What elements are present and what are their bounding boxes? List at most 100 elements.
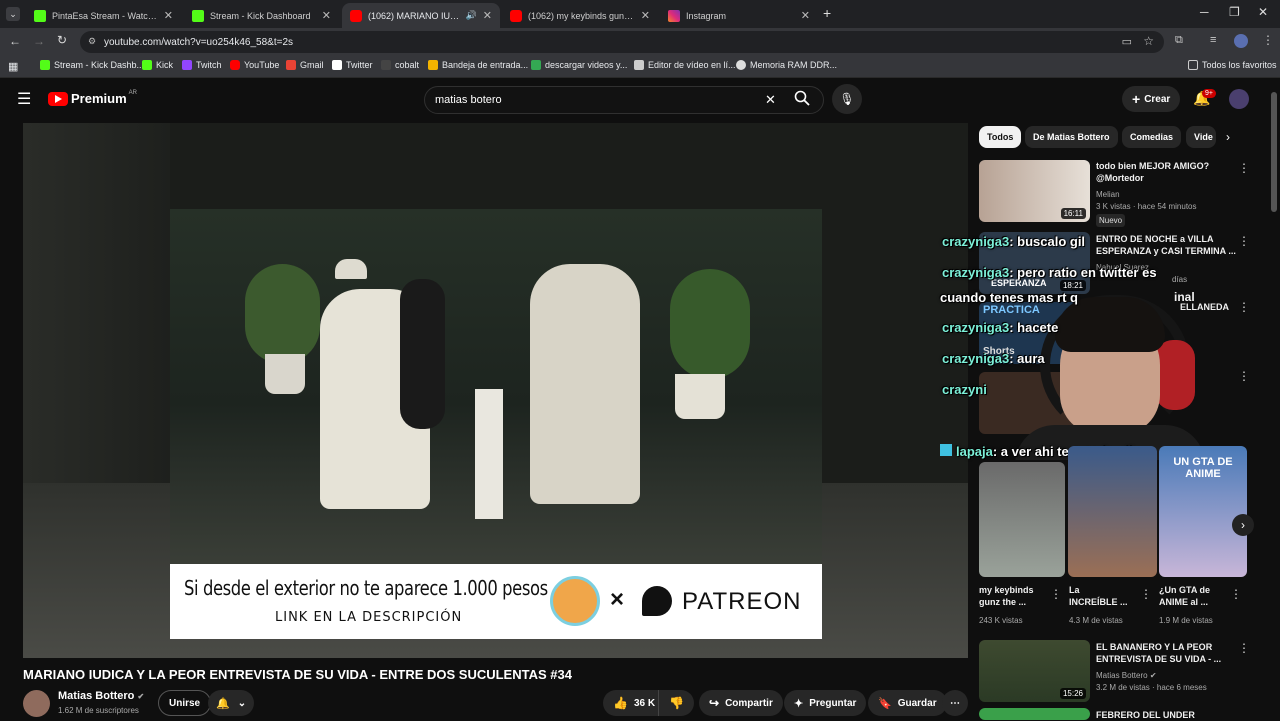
more-options-icon[interactable]: ⋮ (1050, 587, 1062, 601)
reload-icon[interactable]: ↻ (57, 33, 67, 47)
more-actions-button[interactable]: ⋯ (942, 690, 968, 716)
youtube-premium-logo[interactable]: Premium AR (48, 90, 137, 106)
page-scrollbar[interactable] (1271, 92, 1277, 212)
close-icon[interactable]: ✕ (641, 9, 650, 22)
pot-right (675, 374, 725, 419)
close-icon[interactable]: ✕ (801, 9, 810, 22)
rec-title[interactable]: ENTRO DE NOCHE a VILLA ESPERANZA y CASI T… (1096, 233, 1236, 257)
rec-title[interactable]: EL BANANERO Y LA PEOR ENTREVISTA DE SU VI… (1096, 641, 1236, 665)
more-options-icon[interactable]: ⋮ (1238, 300, 1250, 314)
short-title[interactable]: La INCREÍBLE ... (1069, 584, 1139, 608)
more-options-icon[interactable]: ⋮ (1140, 587, 1152, 601)
tab-instagram[interactable]: Instagram ✕ (660, 3, 818, 28)
rec-thumbnail[interactable]: 16:11 (979, 160, 1090, 222)
channel-name[interactable]: Matias Bottero ✔ (58, 690, 144, 702)
duration-badge: 16:11 (1060, 208, 1086, 219)
site-info-icon[interactable]: ⚙ (88, 36, 96, 47)
minimize-icon[interactable]: ─ (1200, 5, 1209, 19)
address-bar[interactable]: ⚙ youtube.com/watch?v=uo254k46_58&t=2s ▭… (80, 31, 1164, 53)
short-thumbnail[interactable] (1068, 446, 1157, 577)
clear-search-icon[interactable]: ✕ (765, 92, 776, 108)
bookmark-memoria[interactable]: Memoria RAM DDR... (736, 60, 837, 70)
bookmark-descargar[interactable]: descargar videos y... (531, 60, 627, 70)
share-button[interactable]: ↪ Compartir (699, 690, 783, 716)
short-thumbnail[interactable]: UN GTA DE ANIME (1159, 446, 1247, 577)
search-icon[interactable] (794, 90, 810, 106)
close-icon[interactable]: ✕ (164, 9, 173, 22)
rec-thumbnail[interactable]: 15:26 (979, 640, 1090, 702)
like-button[interactable]: 👍 36 K (603, 690, 666, 716)
chip-todos[interactable]: Todos (979, 126, 1022, 148)
more-horizontal-icon: ⋯ (950, 697, 960, 709)
tab-youtube-keybinds[interactable]: (1062) my keybinds gunz the d✕ (502, 3, 658, 28)
account-avatar[interactable] (1229, 89, 1249, 109)
subscribe-notifications-button[interactable]: 🔔 ⌄ (208, 690, 255, 716)
dislike-button[interactable]: 👎 (658, 690, 694, 716)
hamburger-menu-icon[interactable]: ☰ (17, 89, 31, 109)
bookmark-star-icon[interactable]: ☆ (1143, 34, 1154, 48)
window-close-icon[interactable]: ✕ (1258, 5, 1268, 19)
rec-thumbnail[interactable] (979, 708, 1090, 720)
close-icon[interactable]: ✕ (483, 9, 492, 22)
patreon-wordmark: PATREON (682, 588, 802, 615)
cast-icon[interactable]: ▭ (1122, 35, 1132, 48)
youtube-favicon-icon (350, 9, 362, 22)
bookmark-gmail[interactable]: Gmail (286, 60, 324, 70)
short-thumbnail[interactable] (979, 462, 1065, 577)
reading-list-icon[interactable]: ≡ (1210, 34, 1216, 46)
rec-channel[interactable]: Matias Bottero ✔ (1096, 670, 1157, 681)
streamer-webcam (985, 285, 1225, 460)
bookmark-kick[interactable]: Kick (142, 60, 173, 70)
more-options-icon[interactable]: ⋮ (1238, 641, 1250, 655)
more-options-icon[interactable]: ⋮ (1238, 161, 1250, 175)
short-title[interactable]: ¿Un GTA de ANIME al ... (1159, 584, 1229, 608)
rec-title[interactable]: todo bien MEJOR AMIGO? @Mortedor (1096, 160, 1236, 184)
forward-icon[interactable]: → (33, 34, 45, 48)
bookmark-editor[interactable]: Editor de vídeo en lí... (634, 60, 736, 70)
tab-search-dropdown-icon[interactable]: ⌄ (6, 7, 20, 21)
thumb-caption: UN GTA DE ANIME (1173, 456, 1233, 480)
new-tab-button[interactable]: + (823, 5, 831, 21)
more-options-icon[interactable]: ⋮ (1238, 234, 1250, 248)
chip-comedias[interactable]: Comedias (1122, 126, 1182, 148)
chip-de-matias-bottero[interactable]: De Matias Bottero (1025, 126, 1118, 148)
chip-videos[interactable]: Vide (1186, 126, 1216, 148)
bookmark-twitter[interactable]: Twitter (332, 60, 373, 70)
browser-menu-icon[interactable]: ⋮ (1262, 33, 1274, 47)
ask-button[interactable]: ✦ Preguntar (784, 690, 867, 716)
apps-grid-icon[interactable]: ▦ (8, 60, 18, 73)
rec-channel[interactable]: Melian (1096, 189, 1120, 200)
profile-avatar[interactable] (1234, 34, 1248, 48)
mascot-icon (550, 576, 600, 626)
save-button[interactable]: 🔖 Guardar (868, 690, 947, 716)
restore-icon[interactable]: ❐ (1229, 5, 1240, 19)
tab-pintaesa-stream[interactable]: PintaEsa Stream - Watch Live o✕ (26, 3, 181, 28)
back-icon[interactable]: ← (9, 34, 21, 48)
more-options-icon[interactable]: ⋮ (1230, 587, 1242, 601)
rec-title[interactable]: FEBRERO DEL UNDER (1096, 709, 1195, 721)
voice-search-icon[interactable]: 🎙 (832, 84, 862, 114)
video-player[interactable]: Si desde el exterior no te aparece 1.000… (23, 123, 968, 658)
bookmark-youtube[interactable]: YouTube (230, 60, 279, 70)
pot-left (265, 354, 305, 394)
speaker-icon[interactable]: 🔊 (466, 10, 477, 21)
chevron-down-icon: ⌄ (237, 697, 247, 709)
more-options-icon[interactable]: ⋮ (1238, 369, 1250, 383)
tab-kick-dashboard[interactable]: Stream - Kick Dashboard ✕ (184, 3, 339, 28)
channel-avatar[interactable] (23, 690, 50, 717)
extensions-icon[interactable]: ⧉ (1175, 34, 1183, 47)
close-icon[interactable]: ✕ (322, 9, 331, 22)
chips-next-arrow-icon[interactable]: › (1226, 130, 1230, 144)
short-title[interactable]: my keybinds gunz the ... (979, 584, 1041, 608)
shorts-next-arrow-icon[interactable]: › (1232, 514, 1254, 536)
bookmark-bandeja[interactable]: Bandeja de entrada... (428, 60, 528, 70)
search-input[interactable]: matias botero ✕ (424, 86, 824, 114)
create-button[interactable]: + Crear (1122, 86, 1181, 112)
bookmark-cobalt[interactable]: cobalt (381, 60, 419, 70)
join-button[interactable]: Unirse (158, 690, 212, 716)
bookmark-kick-dashboard[interactable]: Stream - Kick Dashb... (40, 60, 144, 70)
bookmark-twitch[interactable]: Twitch (182, 60, 222, 70)
bookmark-all-favorites[interactable]: Todos los favoritos (1188, 60, 1277, 70)
thumbs-down-icon: 👎 (669, 696, 684, 710)
tab-youtube-mariano[interactable]: (1062) MARIANO IUDICA Y 🔊✕ (342, 3, 500, 28)
